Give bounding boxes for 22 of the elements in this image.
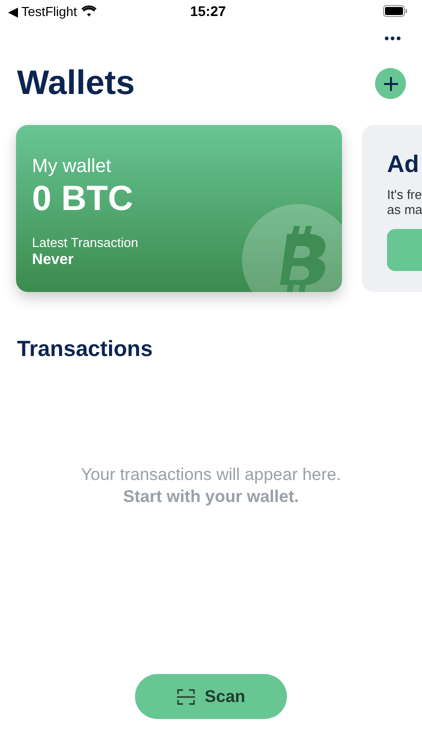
- latest-transaction-label: Latest Transaction: [32, 235, 140, 250]
- battery-icon: [383, 5, 408, 17]
- empty-message: Your transactions will appear here.: [80, 464, 342, 486]
- empty-hint: Start with your wallet.: [122, 486, 300, 508]
- back-to-app-link[interactable]: ◀ TestFlight: [8, 4, 78, 18]
- wifi-icon: [81, 5, 98, 17]
- plus-icon: [382, 76, 398, 92]
- add-wallet-card[interactable]: Ad It's fre as ma: [362, 125, 422, 292]
- add-card-title: Ad: [387, 151, 420, 179]
- add-wallet-button[interactable]: [375, 68, 406, 99]
- wallet-balance: 0 BTC: [32, 179, 134, 219]
- more-button[interactable]: •••: [384, 30, 402, 46]
- latest-transaction-value: Never: [32, 251, 75, 268]
- section-title: Transactions: [17, 336, 154, 362]
- wallet-name: My wallet: [32, 156, 112, 178]
- scan-button[interactable]: Scan: [135, 674, 287, 719]
- bitcoin-icon: [242, 204, 342, 292]
- clock-time: 15:27: [190, 3, 226, 19]
- wallet-card[interactable]: My wallet 0 BTC Latest Transaction Never: [16, 125, 342, 292]
- add-card-text: It's fre as ma: [387, 187, 422, 217]
- page-title: Wallets: [17, 64, 135, 103]
- scan-icon: [176, 688, 195, 704]
